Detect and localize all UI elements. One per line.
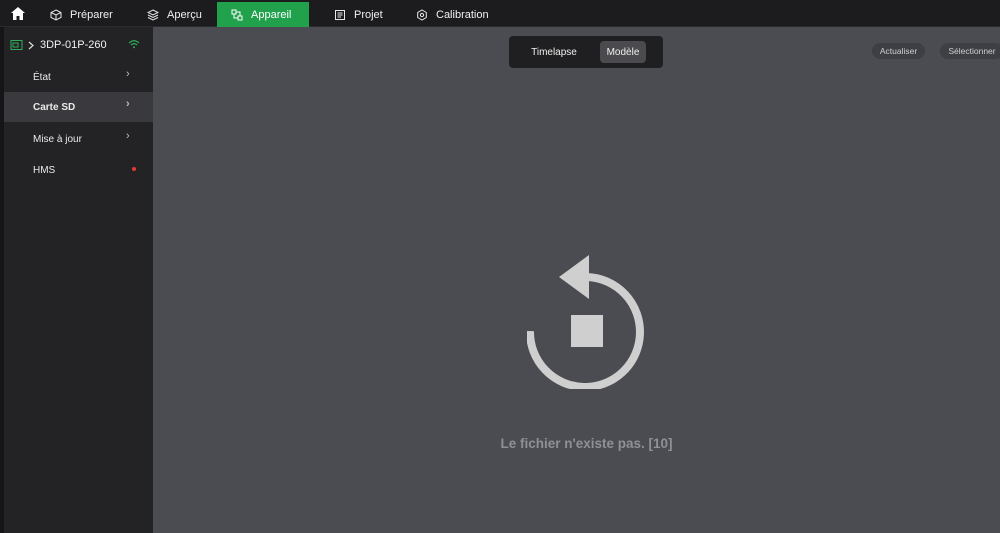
tab-projet[interactable]: Projet	[320, 2, 398, 27]
tab-appareil[interactable]: Appareil	[217, 2, 309, 27]
cube-icon	[50, 8, 62, 21]
wifi-icon	[128, 40, 140, 49]
sidebar-item-hms[interactable]: HMS	[4, 155, 153, 185]
tab-label: Projet	[354, 8, 383, 21]
gear-icon	[417, 8, 427, 21]
chevron-right-icon: ›	[126, 130, 130, 142]
sidebar-item-carte-sd[interactable]: Carte SD ›	[4, 92, 153, 122]
top-navigation-bar: Préparer Aperçu Appareil Projet Calibrat…	[0, 0, 1000, 27]
empty-state-message: Le fichier n'existe pas. [10]	[500, 436, 673, 451]
tab-apercu[interactable]: Aperçu	[133, 2, 217, 27]
printer-icon	[10, 40, 23, 50]
sidebar-item-label: Carte SD	[33, 101, 76, 113]
chevron-right-icon: ›	[126, 68, 130, 80]
main-content: Timelapse Modèle Actualiser Sélectionner…	[153, 27, 1000, 533]
tab-label: Calibration	[436, 8, 489, 21]
tab-calibration[interactable]: Calibration	[402, 2, 504, 27]
sidebar-item-label: Mise à jour	[33, 133, 82, 145]
alert-dot	[132, 167, 136, 171]
home-button[interactable]	[0, 0, 36, 27]
sidebar-item-mise-a-jour[interactable]: Mise à jour ›	[4, 124, 153, 154]
tab-label: Appareil	[251, 8, 292, 21]
reload-stop-icon	[527, 255, 644, 389]
sidebar-item-etat[interactable]: État ›	[4, 62, 153, 92]
document-icon	[335, 9, 345, 20]
tab-label: Aperçu	[167, 8, 202, 21]
chevron-right-icon: ›	[126, 98, 130, 110]
segment-timelapse[interactable]: Timelapse	[521, 41, 587, 63]
device-name: 3DP-01P-260	[40, 39, 107, 51]
device-icon	[231, 9, 243, 20]
sidebar-item-label: État	[33, 71, 51, 83]
view-switcher: Timelapse Modèle	[509, 36, 663, 68]
refresh-button[interactable]: Actualiser	[872, 43, 925, 59]
layers-icon	[147, 8, 159, 21]
home-icon	[11, 7, 25, 20]
sidebar-item-label: HMS	[33, 164, 56, 176]
tab-preparer[interactable]: Préparer	[36, 2, 136, 27]
chevron-right-icon	[28, 41, 34, 49]
tab-label: Préparer	[70, 8, 113, 21]
select-button[interactable]: Sélectionner	[940, 43, 1000, 59]
segment-modele[interactable]: Modèle	[600, 41, 646, 63]
device-selector[interactable]: 3DP-01P-260	[10, 37, 107, 53]
